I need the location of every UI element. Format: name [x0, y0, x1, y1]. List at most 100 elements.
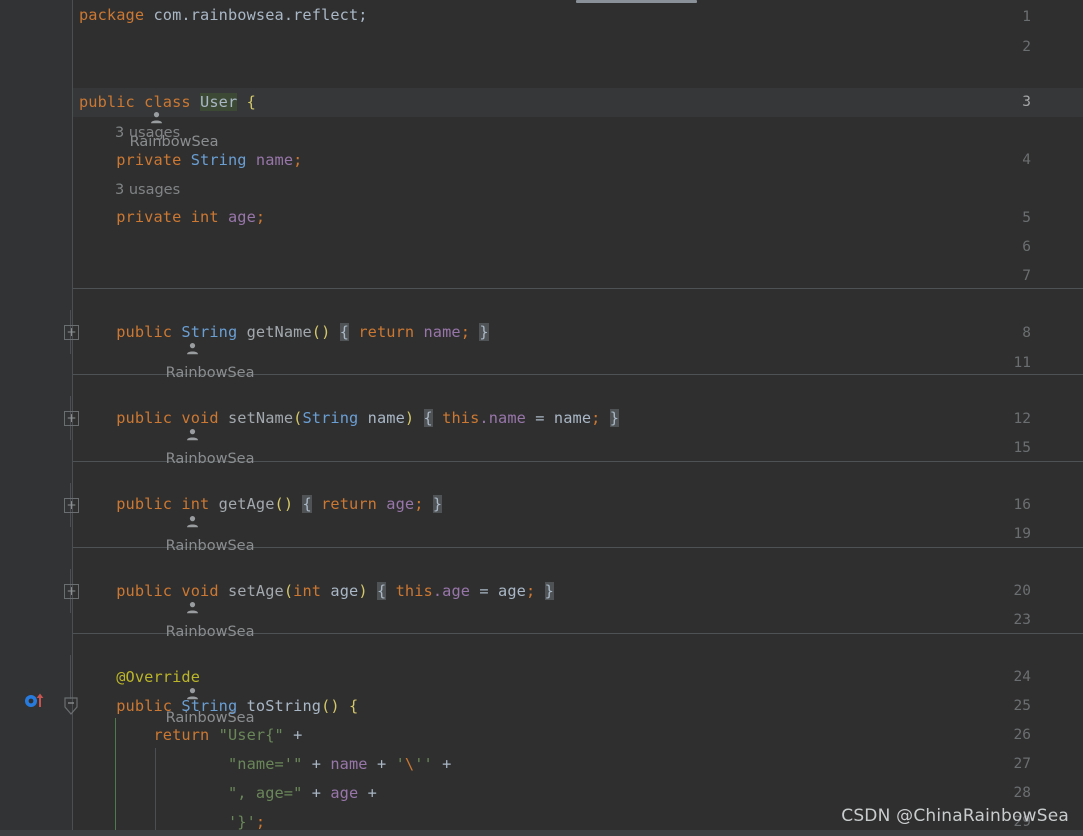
code-line[interactable]: @Override [73, 663, 1083, 692]
token-operator-plus: + [311, 755, 322, 773]
token-keyword-class: class [144, 93, 191, 111]
token-type-string: String [190, 151, 247, 169]
token-open-brace: { [302, 495, 312, 513]
code-line-empty[interactable] [73, 520, 1083, 549]
token-keyword-int: int [190, 208, 219, 226]
token-type-string: String [181, 323, 238, 341]
token-keyword-public: public [116, 409, 173, 427]
token-close-brace: } [544, 582, 554, 600]
token-keyword-return: return [153, 726, 210, 744]
token-type-string: String [302, 409, 359, 427]
code-line[interactable]: private String name; [73, 146, 1083, 175]
token-semicolon: ; [255, 208, 266, 226]
token-method-name: getAge [218, 495, 275, 513]
code-line-empty[interactable] [73, 607, 1083, 636]
token-field-ref: .age [432, 582, 471, 600]
token-keyword: package [79, 6, 145, 24]
token-keyword-public: public [116, 495, 173, 513]
fold-stem [70, 655, 71, 699]
token-char-literal: '}' [227, 813, 256, 831]
inlay-author-hint[interactable]: RainbowSea [85, 60, 218, 150]
token-open-brace: { [246, 93, 256, 111]
token-field-ref: name [423, 323, 461, 341]
token-open-brace: { [339, 323, 350, 341]
override-method-icon[interactable] [24, 692, 48, 708]
code-line[interactable]: public void setName(String name) { this.… [73, 404, 1083, 433]
bottom-strip [0, 830, 1083, 836]
token-lparen: ( [283, 582, 294, 600]
token-keyword-public: public [116, 323, 173, 341]
token-semicolon: ; [414, 495, 424, 513]
code-line-empty[interactable] [73, 232, 1083, 261]
token-field-ref: age [386, 495, 415, 513]
inlay-author-hint[interactable]: RainbowSea [121, 636, 254, 726]
inlay-author-hint[interactable]: RainbowSea [121, 291, 254, 381]
token-assign: = [535, 409, 545, 427]
token-field-ref: .name [479, 409, 526, 427]
token-string-literal: ", age=" [227, 784, 303, 802]
code-line[interactable]: "name='" + name + '\'' + [73, 750, 1083, 779]
inlay-author-hint[interactable]: RainbowSea [121, 550, 254, 640]
token-parens: () [321, 697, 340, 715]
token-keyword-this: this [442, 409, 480, 427]
code-line[interactable]: public int getAge() { return age; } [73, 490, 1083, 519]
token-char-quote: '' [414, 755, 433, 773]
token-type-string: String [181, 697, 238, 715]
token-keyword-return: return [358, 323, 415, 341]
token-open-brace: { [423, 409, 433, 427]
token-param-ref: name [553, 409, 592, 427]
token-semicolon: ; [255, 813, 266, 831]
token-assign: = [479, 582, 489, 600]
token-close-brace: } [479, 323, 489, 341]
code-content[interactable]: package com.rainbowsea.reflect; RainbowS… [73, 0, 1083, 836]
token-rparen: ) [404, 409, 415, 427]
token-keyword-int: int [181, 495, 210, 513]
token-keyword-void: void [181, 409, 219, 427]
token-field-ref: age [330, 784, 359, 802]
watermark: CSDN @ChinaRainbowSea [841, 806, 1069, 826]
token-field-name: age [227, 208, 256, 226]
code-line[interactable]: public String getName() { return name; } [73, 318, 1083, 347]
code-line[interactable]: return "User{" + [73, 721, 1083, 750]
token-open-brace: { [349, 697, 359, 715]
token-open-brace: { [376, 582, 387, 600]
code-line-empty[interactable] [73, 30, 1083, 59]
token-keyword-this: this [395, 582, 433, 600]
token-keyword-void: void [181, 582, 219, 600]
token-keyword-public: public [116, 697, 173, 715]
token-keyword-public: public [79, 93, 135, 111]
inlay-usages-hint[interactable]: 3 usages [115, 178, 180, 202]
inlay-author-hint[interactable]: RainbowSea [121, 464, 254, 554]
token-keyword-public: public [116, 582, 173, 600]
token-escape-char: \ [404, 755, 415, 773]
code-line-empty[interactable] [73, 348, 1083, 377]
token-char-quote: ' [395, 755, 405, 773]
token-keyword-private: private [116, 208, 182, 226]
token-rparen: ) [358, 582, 368, 600]
editor-gutter[interactable] [0, 0, 73, 836]
code-line-empty[interactable] [73, 434, 1083, 463]
code-line[interactable]: package com.rainbowsea.reflect; [73, 1, 1083, 30]
code-editor[interactable]: 1 2 3 4 5 6 7 8 11 12 15 16 19 20 23 24 … [0, 0, 1083, 836]
token-keyword-return: return [321, 495, 377, 513]
code-line[interactable]: public String toString() { [73, 692, 1083, 721]
token-semicolon: ; [460, 323, 471, 341]
token-operator-plus: + [311, 784, 322, 802]
token-param-name: name [367, 409, 405, 427]
token-string-literal: "name='" [227, 755, 303, 773]
inlay-usages-hint[interactable]: 3 usages [115, 121, 180, 145]
token-keyword-private: private [116, 151, 182, 169]
code-line[interactable]: public void setAge(int age) { this.age =… [73, 577, 1083, 606]
code-line[interactable]: public class User { [73, 88, 1083, 117]
code-line-empty[interactable] [73, 261, 1083, 290]
token-param-name: age [330, 582, 359, 600]
token-method-name: setAge [227, 582, 284, 600]
token-close-brace: } [432, 495, 443, 513]
token-close-brace: } [609, 409, 620, 427]
token-operator-plus: + [293, 726, 303, 744]
inlay-author-hint[interactable]: RainbowSea [121, 377, 254, 467]
code-line[interactable]: private int age; [73, 203, 1083, 232]
token-operator-plus: + [367, 784, 377, 802]
token-field-ref: name [330, 755, 368, 773]
code-line[interactable]: ", age=" + age + [73, 779, 1083, 808]
